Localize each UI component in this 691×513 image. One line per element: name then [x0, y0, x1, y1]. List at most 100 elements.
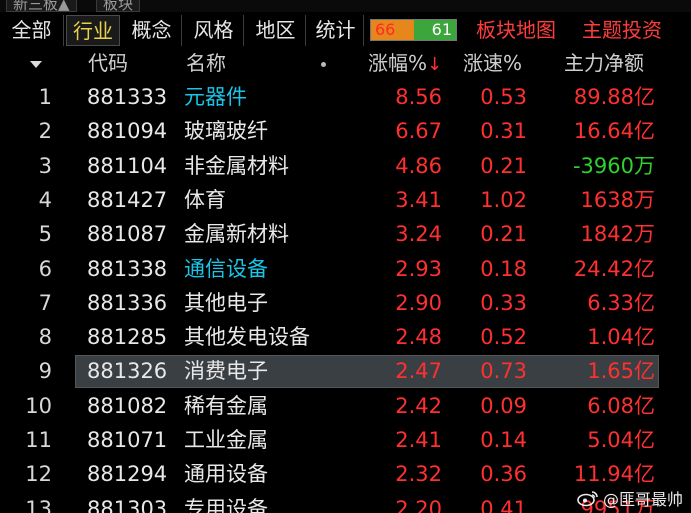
weibo-watermark: @匪哥最帅 — [577, 487, 683, 509]
net-flow: 1.04亿 — [587, 325, 655, 350]
top-tab-strip: 新三板▲ 板块 — [0, 0, 691, 13]
sector-code: 881294 — [87, 462, 168, 487]
sector-name: 体育 — [184, 187, 226, 212]
sector-name: 其他发电设备 — [184, 325, 310, 350]
change-pct: 2.32 — [395, 462, 442, 487]
sector-name: 其他电子 — [184, 290, 268, 315]
table-row[interactable]: 8 881285 其他发电设备 2.48 0.52 1.04亿 — [0, 320, 691, 354]
table-row[interactable]: 5 881087 金属新材料 3.24 0.21 1842万 — [0, 217, 691, 251]
theme-invest-link[interactable]: 主题投资 — [582, 15, 662, 46]
sector-code: 881326 — [87, 359, 168, 384]
sector-name: 通用设备 — [184, 462, 268, 487]
tab-style[interactable]: 风格 — [184, 15, 244, 46]
change-speed: 0.14 — [480, 428, 527, 452]
net-flow: 16.64亿 — [573, 119, 655, 144]
sector-name: 专用设备 — [184, 496, 268, 513]
sector-code: 881338 — [87, 256, 168, 281]
top-tab-sector[interactable]: 板块 — [96, 0, 141, 13]
change-speed: 0.18 — [480, 256, 527, 281]
sector-code: 881333 — [87, 85, 168, 109]
sector-code: 881427 — [87, 187, 168, 212]
net-flow: 6.33亿 — [587, 290, 655, 315]
change-speed: 0.36 — [480, 462, 527, 487]
table-row[interactable]: 3 881104 非金属材料 4.86 0.21 -3960万 — [0, 149, 691, 183]
table-row[interactable]: 7 881336 其他电子 2.90 0.33 6.33亿 — [0, 286, 691, 320]
column-change-pct[interactable]: 涨幅%↓ — [368, 48, 442, 80]
column-code[interactable]: 代码 — [88, 48, 128, 80]
change-pct: 2.41 — [395, 428, 442, 452]
change-pct: 6.67 — [395, 119, 442, 144]
table-row[interactable]: 4 881427 体育 3.41 1.02 1638万 — [0, 183, 691, 217]
row-index: 10 — [25, 393, 52, 418]
column-options-icon[interactable] — [321, 62, 326, 67]
change-pct: 4.86 — [395, 153, 442, 178]
tab-statistics[interactable]: 统计 — [308, 15, 364, 46]
sector-code: 881082 — [87, 393, 168, 418]
row-index: 12 — [25, 462, 52, 487]
column-name[interactable]: 名称 — [186, 48, 226, 80]
tab-concept[interactable]: 概念 — [122, 15, 182, 46]
tab-region[interactable]: 地区 — [246, 15, 306, 46]
sector-name: 通信设备 — [184, 256, 268, 281]
table-row[interactable]: 9 881326 消费电子 2.47 0.73 1.65亿 — [0, 354, 691, 389]
row-index: 3 — [38, 153, 52, 178]
sector-name: 元器件 — [184, 85, 247, 109]
sector-name: 工业金属 — [184, 428, 268, 452]
sector-code: 881303 — [87, 496, 168, 513]
advance-count: 66 — [371, 20, 414, 40]
sector-name: 金属新材料 — [184, 222, 289, 247]
net-flow: 24.42亿 — [573, 256, 655, 281]
table-row[interactable]: 2 881094 玻璃玻纤 6.67 0.31 16.64亿 — [0, 114, 691, 148]
advance-decline-bar: 66 61 — [370, 19, 457, 41]
app-window: 新三板▲ 板块 全部 行业 概念 风格 地区 统计 66 61 板块地图 主题投… — [0, 0, 691, 513]
table-row[interactable]: 11 881071 工业金属 2.41 0.14 5.04亿 — [0, 423, 691, 457]
column-net-flow[interactable]: 主力净额 — [564, 48, 644, 80]
change-pct: 3.41 — [395, 187, 442, 212]
sector-map-link[interactable]: 板块地图 — [476, 15, 556, 46]
sector-name: 消费电子 — [184, 359, 268, 384]
tab-all[interactable]: 全部 — [0, 15, 64, 46]
net-flow: 5.04亿 — [587, 428, 655, 452]
sector-name: 非金属材料 — [184, 153, 289, 178]
net-flow: 1842万 — [580, 222, 655, 247]
change-speed: 0.31 — [480, 119, 527, 144]
net-flow: -3960万 — [572, 153, 655, 178]
category-tab-bar: 全部 行业 概念 风格 地区 统计 66 61 板块地图 主题投资 — [0, 12, 691, 48]
sector-name: 玻璃玻纤 — [184, 119, 268, 144]
sector-code: 881104 — [87, 153, 168, 178]
sector-name: 稀有金属 — [184, 393, 268, 418]
change-speed: 0.21 — [480, 153, 527, 178]
sector-code: 881087 — [87, 222, 168, 247]
row-index: 2 — [38, 119, 52, 144]
change-speed: 1.02 — [480, 187, 527, 212]
table-header: 代码 名称 涨幅%↓ 涨速% 主力净额 — [0, 48, 691, 80]
row-index: 13 — [25, 496, 52, 513]
column-change-pct-label: 涨幅% — [368, 51, 428, 75]
change-pct: 2.48 — [395, 325, 442, 350]
row-index: 4 — [38, 187, 52, 212]
row-index: 6 — [38, 256, 52, 281]
change-speed: 0.21 — [480, 222, 527, 247]
net-flow: 6.08亿 — [587, 393, 655, 418]
change-speed: 0.52 — [480, 325, 527, 350]
table-row[interactable]: 1 881333 元器件 8.56 0.53 89.88亿 — [0, 80, 691, 114]
tab-industry[interactable]: 行业 — [66, 15, 120, 46]
watermark-text: @匪哥最帅 — [602, 490, 683, 509]
decline-count: 61 — [414, 20, 456, 40]
table-row[interactable]: 6 881338 通信设备 2.93 0.18 24.42亿 — [0, 252, 691, 286]
change-pct: 3.24 — [395, 222, 442, 247]
sector-code: 881071 — [87, 428, 168, 452]
row-index: 8 — [38, 325, 52, 350]
change-pct: 2.90 — [395, 290, 442, 315]
change-speed: 0.33 — [480, 290, 527, 315]
weibo-icon — [577, 491, 598, 507]
change-pct: 2.42 — [395, 393, 442, 418]
sort-dropdown-icon[interactable] — [30, 61, 42, 68]
table-row[interactable]: 10 881082 稀有金属 2.42 0.09 6.08亿 — [0, 389, 691, 423]
column-speed[interactable]: 涨速% — [463, 48, 522, 80]
top-tab-neeq[interactable]: 新三板▲ — [6, 0, 77, 13]
row-index: 7 — [38, 290, 52, 315]
sector-code: 881336 — [87, 290, 168, 315]
net-flow: 1.65亿 — [587, 359, 655, 384]
row-index: 1 — [38, 85, 52, 109]
